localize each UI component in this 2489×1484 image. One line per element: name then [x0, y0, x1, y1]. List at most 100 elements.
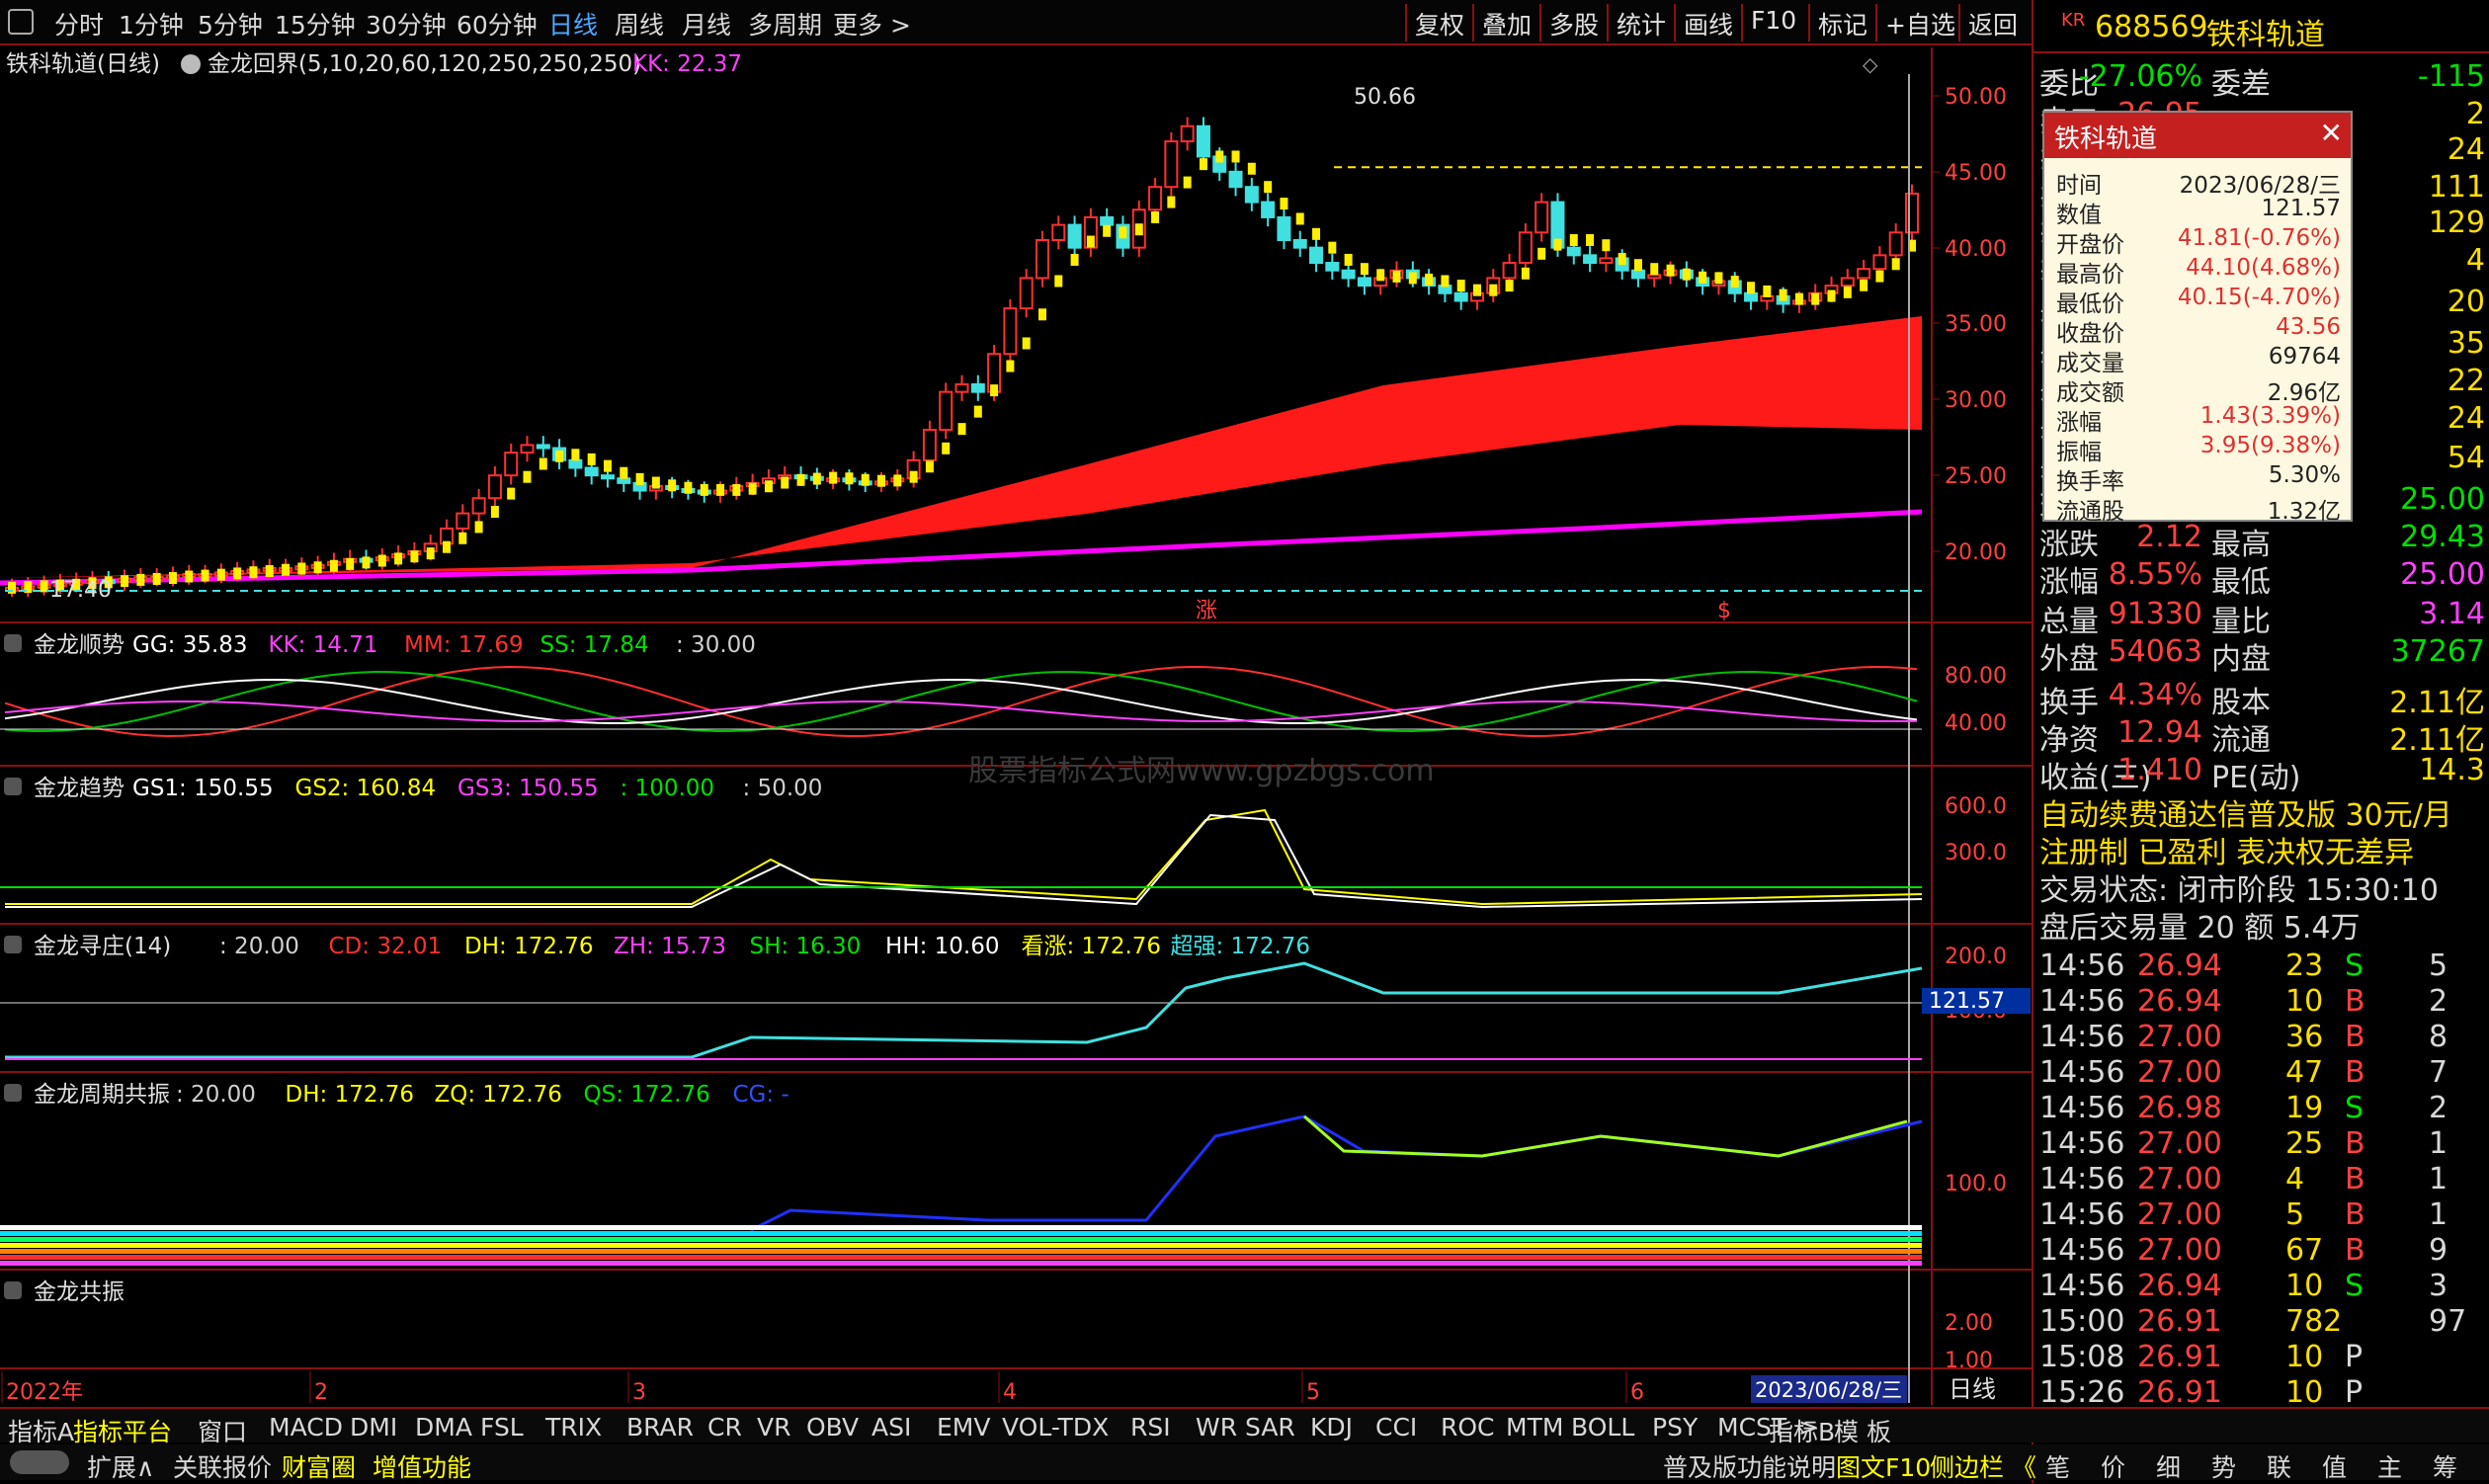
trade-price: 26.98 [2137, 1091, 2222, 1125]
indicator-tab[interactable]: MACD [269, 1413, 343, 1442]
candle-body [1228, 170, 1243, 189]
side-tab[interactable]: 联 [2267, 1448, 2291, 1484]
indicator-tab[interactable]: KDJ [1310, 1413, 1353, 1442]
indicator-tab[interactable]: CCI [1375, 1413, 1417, 1442]
trade-direction: S [2345, 1269, 2365, 1303]
kline-chart[interactable]: 铁科轨道(日线) 金龙回界(5,10,20,60,120,250,250,250)… [0, 0, 2032, 1423]
quote-value: 54063 [2108, 634, 2202, 669]
ma-dot [1747, 282, 1756, 294]
indicator-tab[interactable]: 指标平台 [73, 1413, 172, 1448]
expand-button[interactable]: 扩展∧ [87, 1448, 154, 1484]
gg-magenta-line [4, 701, 1918, 722]
pane-axis-label: 2.00 [1945, 1311, 1993, 1336]
side-tab[interactable]: 势 [2211, 1448, 2236, 1484]
indicator-tab[interactable]: VR [757, 1413, 790, 1442]
value-added-button[interactable]: 增值功能 [373, 1448, 471, 1484]
ma-dot [1167, 196, 1176, 208]
trade-count: 1 [2429, 1197, 2448, 1232]
qs-line [1303, 1114, 1908, 1158]
indicator-tab[interactable]: DMI [350, 1413, 397, 1442]
candle-body [1164, 140, 1179, 189]
indicator-tab[interactable]: DMA [415, 1413, 472, 1442]
linked-quote-button[interactable]: 关联报价 [173, 1448, 272, 1484]
ma-dot [282, 563, 290, 576]
trade-direction: B [2345, 1162, 2365, 1196]
ma-dot [329, 559, 338, 572]
ma-dot [732, 483, 741, 496]
trade-time: 14:56 [2039, 1269, 2125, 1303]
xaxis-label: 2 [314, 1380, 328, 1405]
indicator-tab[interactable]: BOLL [1571, 1413, 1634, 1442]
ma-dot [362, 556, 371, 569]
resonance-band [0, 1255, 1922, 1260]
trade-price: 27.00 [2137, 1197, 2222, 1232]
f10-link[interactable]: 图文F10 [1836, 1448, 1931, 1484]
indicator-tab[interactable]: ASI [871, 1413, 911, 1442]
indicator-tab[interactable]: PSY [1652, 1413, 1698, 1442]
side-tab[interactable]: 值 [2322, 1448, 2347, 1484]
toggle-switch[interactable] [10, 1450, 69, 1474]
indicator-tab[interactable]: EMV [937, 1413, 990, 1442]
side-tab[interactable]: 价 [2101, 1448, 2125, 1484]
indicator-tab[interactable]: CR [707, 1413, 742, 1442]
wealth-circle-button[interactable]: 财富圈 [282, 1448, 356, 1484]
sidebar-toggle[interactable]: 侧边栏 《 [1930, 1448, 2036, 1484]
candle-body [504, 452, 519, 477]
indicator-tab[interactable]: OBV [806, 1413, 859, 1442]
indicator-tab[interactable]: ROC [1441, 1413, 1495, 1442]
ma-dot [781, 476, 789, 489]
ma-dot [845, 472, 854, 485]
quote-value: -27.06% [2078, 59, 2202, 94]
indicator-tab[interactable]: 指标A [8, 1413, 74, 1448]
ma-dot [957, 423, 966, 436]
pane-value: KK: 14.71 [269, 632, 378, 658]
ma-dot [668, 479, 677, 492]
pane-collapse-icon [4, 1084, 22, 1102]
ma-dot [490, 506, 499, 519]
quote-value2: 111 [2428, 170, 2485, 205]
help-link[interactable]: 普及版功能说明 [1663, 1448, 1836, 1484]
trade-count: 2 [2429, 1091, 2448, 1125]
candle-body [1100, 215, 1115, 226]
indicator-tab[interactable]: 窗口 [198, 1413, 247, 1448]
ma-dot [136, 573, 145, 586]
indicator-tab[interactable]: 模 板 [1834, 1413, 1891, 1448]
trade-count: 9 [2429, 1233, 2448, 1268]
pane-collapse-icon [4, 778, 22, 795]
ma-dot [812, 472, 821, 485]
candle-body [1148, 186, 1163, 211]
ma-dot [474, 521, 483, 534]
indicator-tab[interactable]: SAR [1245, 1413, 1295, 1442]
pane-axis-label: 300.0 [1945, 841, 2007, 866]
tooltip-label: 数值 [2056, 203, 2102, 228]
close-icon[interactable]: ✕ [2320, 117, 2343, 149]
quote-label2: 最低 [2211, 565, 2271, 600]
tooltip-label: 成交额 [2056, 380, 2124, 406]
side-tab[interactable]: 筹 [2433, 1448, 2457, 1484]
ma-dot [877, 474, 886, 487]
side-tab[interactable]: 主 [2377, 1448, 2402, 1484]
indicator-tab[interactable]: RSI [1130, 1413, 1171, 1442]
trade-count: 2 [2429, 984, 2448, 1019]
tooltip-label: 流通股 [2056, 499, 2124, 525]
trade-price: 26.91 [2137, 1340, 2222, 1374]
side-tab[interactable]: 笔 [2045, 1448, 2070, 1484]
candle-body [1630, 269, 1645, 280]
indicator-tab[interactable]: BRAR [626, 1413, 694, 1442]
indicator-tab[interactable]: FSL [480, 1413, 524, 1442]
tooltip-label: 收盘价 [2056, 321, 2124, 347]
indicator-tab[interactable]: MTM [1506, 1413, 1563, 1442]
ma-dot [1521, 267, 1530, 280]
ma-dot [1811, 292, 1820, 305]
indicator-tab[interactable]: 指标B [1769, 1413, 1835, 1448]
trade-count: 8 [2429, 1020, 2448, 1054]
indicator-tab[interactable]: TRIX [545, 1413, 602, 1442]
ma-dot [942, 442, 951, 454]
ma-dot [1119, 226, 1127, 239]
tooltip-label: 换手率 [2056, 469, 2124, 495]
side-tab[interactable]: 细 [2156, 1448, 2181, 1484]
pane-value: HH: 10.60 [885, 934, 1000, 959]
indicator-tab[interactable]: VOL-TDX [1002, 1413, 1109, 1442]
indicator-tab[interactable]: WR [1196, 1413, 1237, 1442]
tooltip-value: 43.56 [2276, 314, 2341, 340]
